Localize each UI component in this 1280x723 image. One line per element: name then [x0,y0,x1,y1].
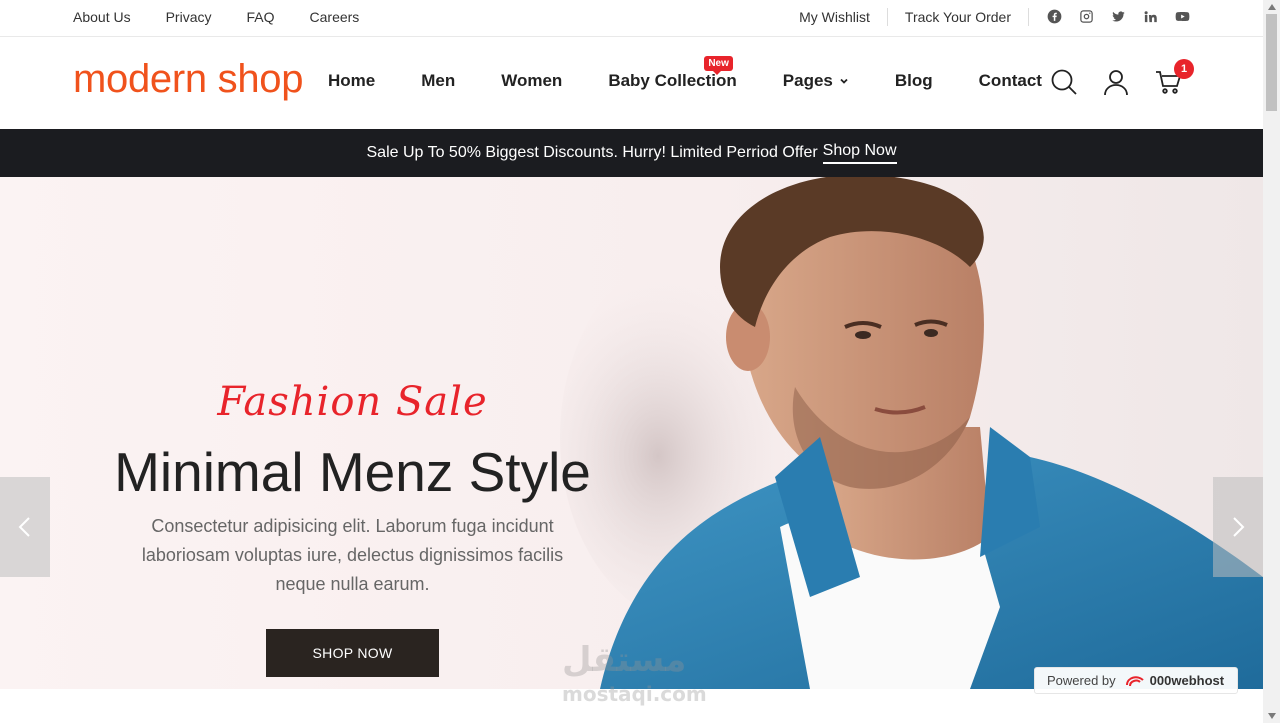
faq-link[interactable]: FAQ [247,9,275,25]
about-us-link[interactable]: About Us [73,9,131,25]
watermark-latin: mostaqi.com [562,682,707,706]
top-utility-bar: About Us Privacy FAQ Careers My Wishlist… [0,0,1263,37]
powered-by-label: Powered by [1047,673,1116,688]
hero-script-heading: Fashion Sale [217,379,488,425]
track-order-link[interactable]: Track Your Order [905,9,1011,25]
cart-icon[interactable]: 1 [1154,59,1194,96]
main-nav: Home Men Women Baby Collection New Pages… [328,56,1042,91]
nav-blog-label: Blog [894,71,933,90]
scroll-down-arrow[interactable] [1263,709,1280,723]
slider-prev-button[interactable] [0,477,50,577]
top-right-links: My Wishlist Track Your Order [799,0,1190,33]
nav-women-label: Women [501,71,563,90]
nav-contact-label: Contact [978,71,1042,90]
hero-description: Consectetur adipisicing elit. Laborum fu… [141,516,564,594]
chevron-down-icon [840,78,848,84]
watermark: مستقل mostaqi.com [562,640,707,706]
webhost-logo-icon [1125,675,1144,686]
nav-pages[interactable]: Pages [783,71,849,91]
main-header: modern shop Home Men Women Baby Collecti… [0,37,1263,129]
privacy-link[interactable]: Privacy [166,9,212,25]
chevron-right-icon [1233,517,1245,537]
social-links [1046,9,1190,25]
youtube-icon[interactable] [1174,9,1190,25]
facebook-icon[interactable] [1046,9,1062,25]
nav-men-label: Men [421,71,456,90]
instagram-icon[interactable] [1078,9,1094,25]
chevron-left-icon [18,517,30,537]
linkedin-icon[interactable] [1142,9,1158,25]
nav-pages-label: Pages [782,71,833,90]
hero-slider: Fashion Sale Minimal Menz Style Consecte… [0,177,1263,689]
promo-strip: Sale Up To 50% Biggest Discounts. Hurry!… [0,129,1263,177]
divider [886,7,888,26]
scroll-up-arrow[interactable] [1263,0,1280,14]
search-icon[interactable] [1050,68,1078,96]
nav-contact[interactable]: Contact [979,71,1042,91]
page-scrollbar[interactable] [1263,0,1280,723]
wishlist-link[interactable]: My Wishlist [799,9,870,25]
new-badge: New [704,56,733,75]
user-icon[interactable] [1102,68,1130,96]
cart-count-badge: 1 [1174,59,1194,79]
nav-home-label: Home [328,71,376,90]
powered-by-badge[interactable]: Powered by 000webhost [1034,667,1238,694]
nav-men[interactable]: Men [421,71,455,91]
top-left-links: About Us Privacy FAQ Careers [73,0,394,33]
hero-title: Minimal Menz Style [114,441,591,503]
header-icons: 1 [1050,59,1194,96]
powered-by-brand: 000webhost [1149,673,1225,688]
site-logo[interactable]: modern shop [73,57,303,102]
promo-text: Sale Up To 50% Biggest Discounts. Hurry!… [366,144,818,161]
divider [1028,7,1029,26]
watermark-arabic: مستقل [562,640,687,680]
shop-now-button[interactable]: SHOP NOW [266,629,439,677]
hero-model-photo [560,177,1263,689]
nav-blog[interactable]: Blog [895,71,933,91]
nav-home[interactable]: Home [328,71,375,91]
slider-next-button[interactable] [1213,477,1263,577]
twitter-icon[interactable] [1110,9,1126,25]
scrollbar-thumb[interactable] [1266,14,1277,111]
careers-link[interactable]: Careers [310,9,360,25]
nav-baby-collection[interactable]: Baby Collection New [608,56,737,91]
nav-women[interactable]: Women [501,71,562,91]
shop-now-link[interactable]: Shop Now [822,142,897,164]
